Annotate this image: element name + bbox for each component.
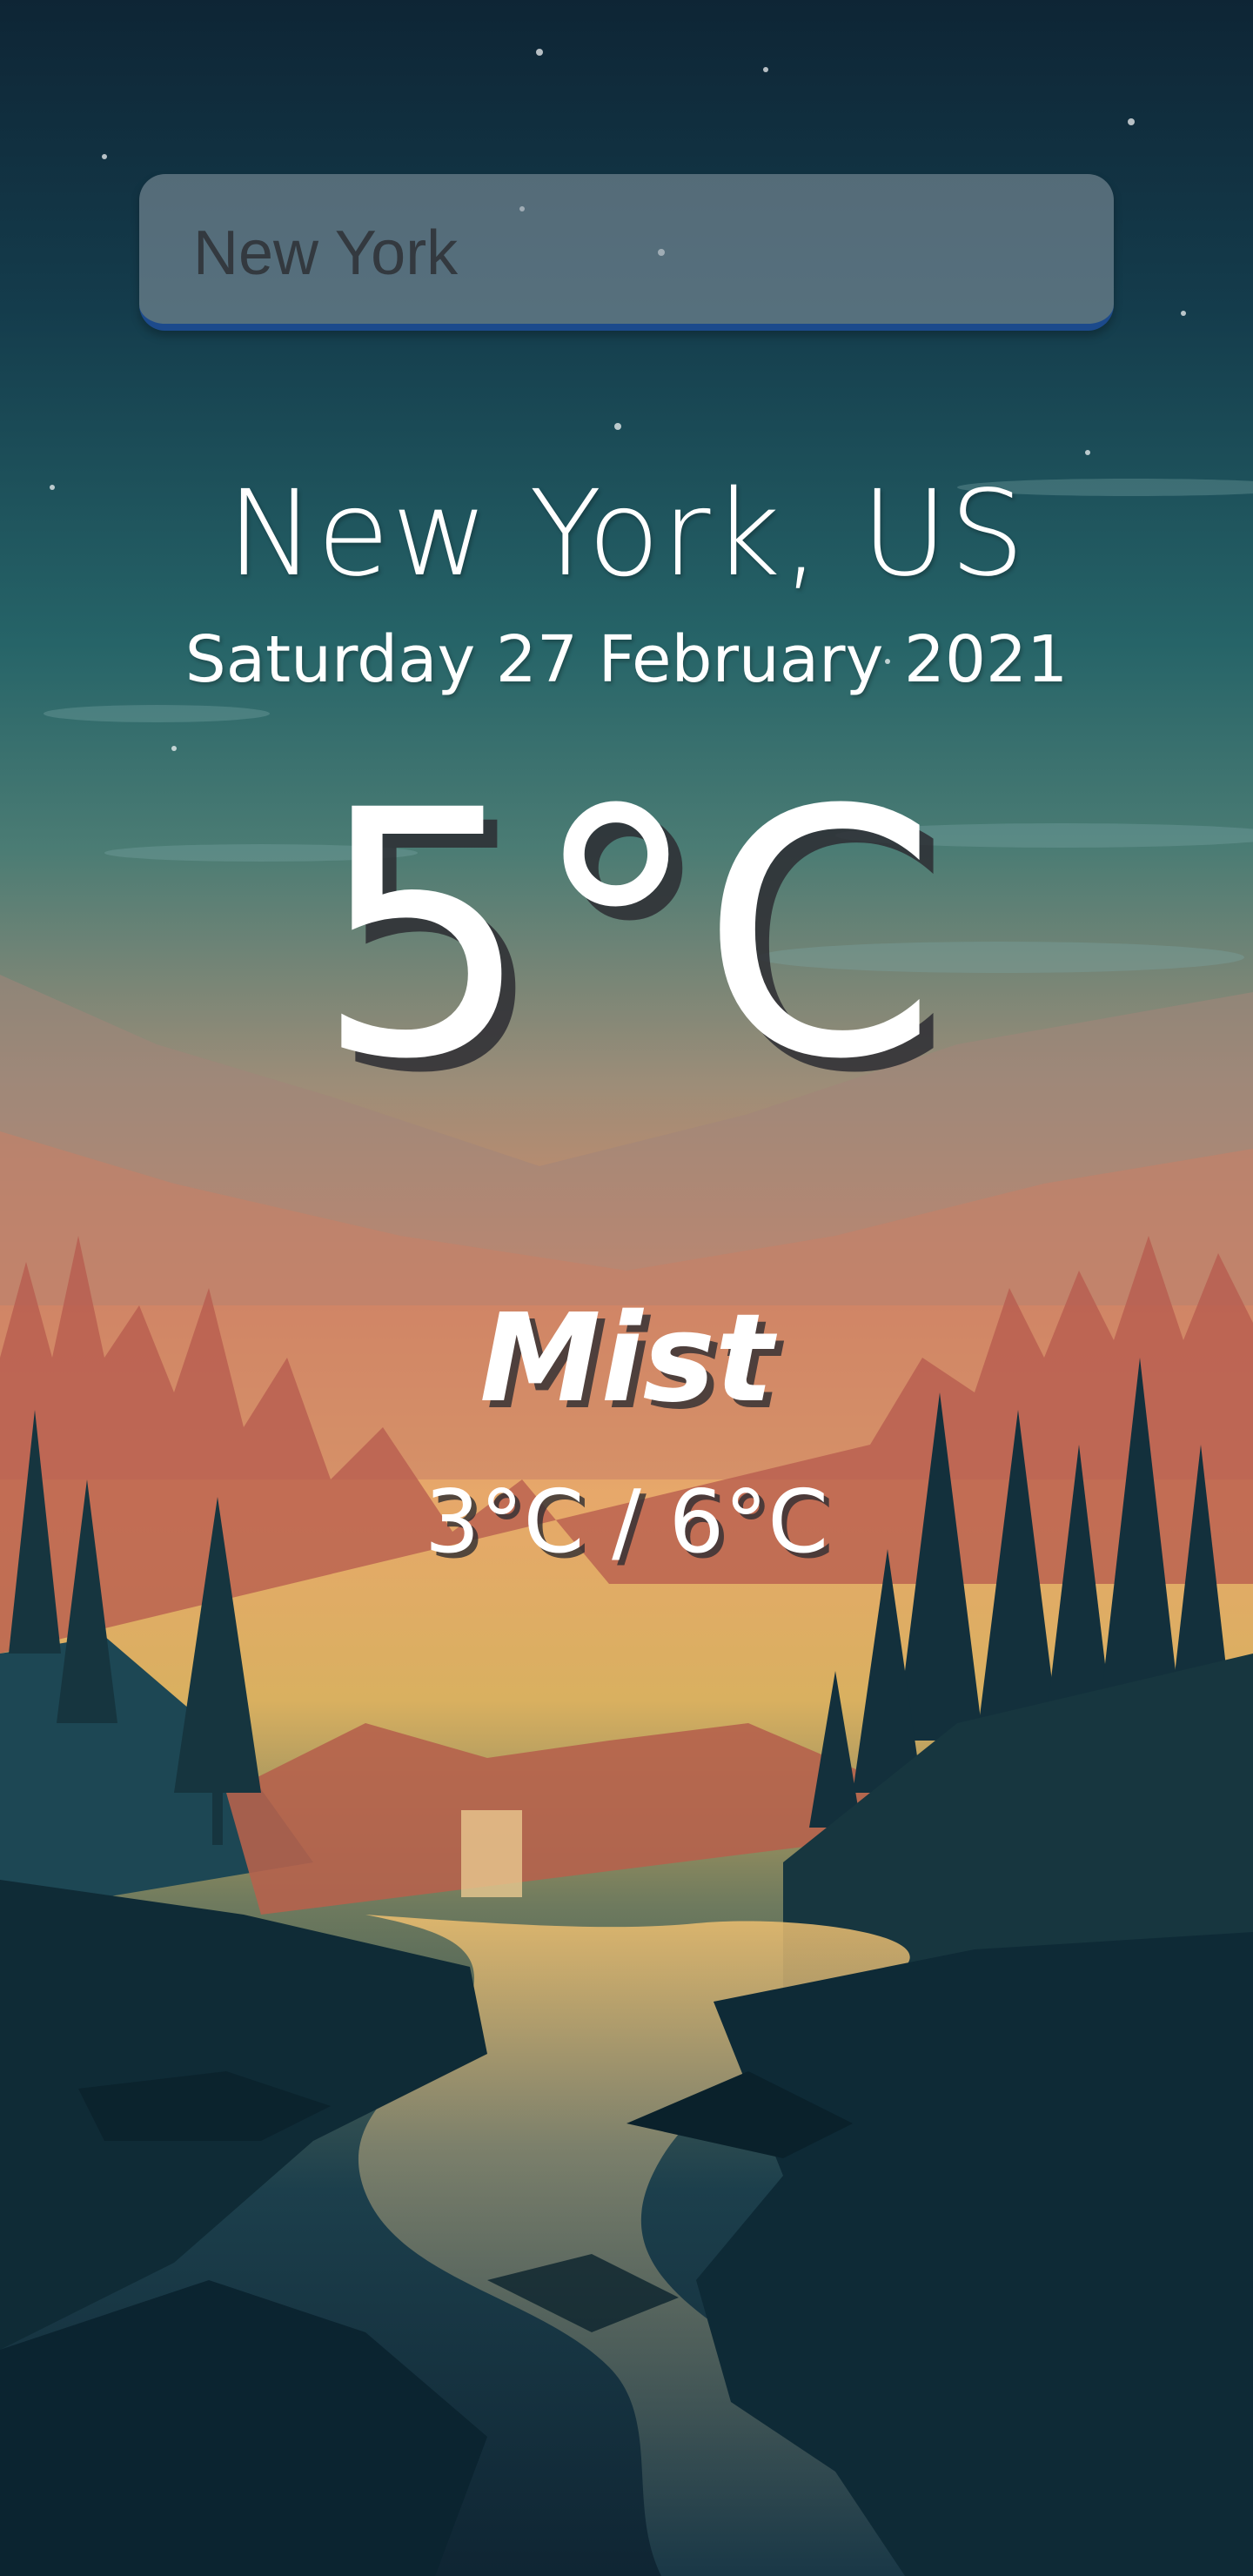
city-search-input[interactable]	[191, 209, 1048, 298]
min-max-temperature: 3°C / 6°C	[424, 1471, 829, 1573]
city-search-box[interactable]	[139, 174, 1114, 331]
location-title: New York, US	[226, 466, 1027, 603]
current-temperature: 5°C	[315, 738, 938, 1133]
weather-condition: Mist	[479, 1288, 774, 1430]
current-date: Saturday 27 February 2021	[184, 622, 1069, 697]
